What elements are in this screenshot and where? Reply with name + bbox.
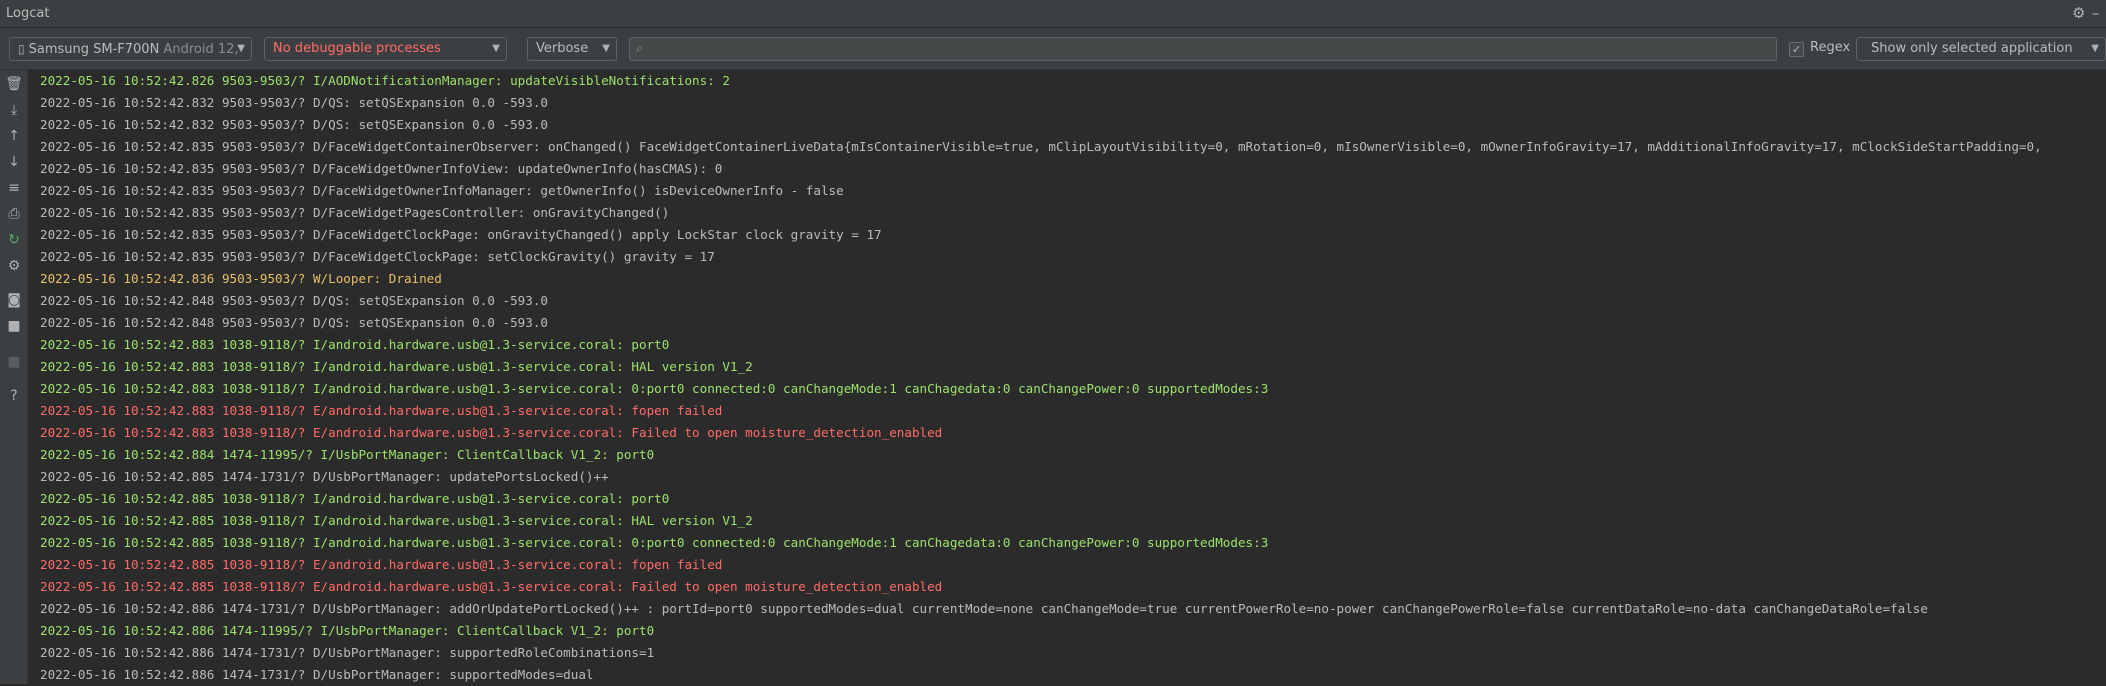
- chevron-down-icon: ▼: [492, 43, 500, 54]
- soft-wrap-icon[interactable]: ≡: [0, 180, 28, 196]
- video-icon[interactable]: ■: [0, 318, 28, 334]
- settings-icon[interactable]: ⚙: [0, 258, 28, 274]
- stop-icon[interactable]: ■: [0, 354, 28, 370]
- log-line: 2022-05-16 10:52:42.835 9503-9503/? D/Fa…: [40, 183, 844, 198]
- log-line: 2022-05-16 10:52:42.883 1038-9118/? I/an…: [40, 337, 670, 352]
- arrow-down-icon[interactable]: ↓: [0, 154, 28, 170]
- log-line: 2022-05-16 10:52:42.886 1474-1731/? D/Us…: [40, 667, 594, 682]
- log-line: 2022-05-16 10:52:42.885 1038-9118/? E/an…: [40, 579, 943, 594]
- filter-label: Show only selected application: [1871, 41, 2073, 56]
- log-line: 2022-05-16 10:52:42.886 1474-11995/? I/U…: [40, 623, 655, 638]
- log-line: 2022-05-16 10:52:42.835 9503-9503/? D/Fa…: [40, 139, 2042, 154]
- log-line: 2022-05-16 10:52:42.832 9503-9503/? D/QS…: [40, 117, 548, 132]
- window-title: Logcat: [6, 6, 50, 21]
- log-level-selector[interactable]: Verbose ▼: [527, 37, 617, 61]
- minimize-icon[interactable]: –: [2092, 4, 2100, 22]
- log-line: 2022-05-16 10:52:42.848 9503-9503/? D/QS…: [40, 293, 548, 308]
- log-line: 2022-05-16 10:52:42.826 9503-9503/? I/AO…: [40, 73, 730, 88]
- log-line: 2022-05-16 10:52:42.832 9503-9503/? D/QS…: [40, 95, 548, 110]
- process-label: No debuggable processes: [273, 41, 441, 56]
- camera-icon[interactable]: ◙: [0, 292, 28, 308]
- filter-selector[interactable]: Show only selected application ▼: [1856, 37, 2106, 61]
- help-icon[interactable]: ?: [0, 388, 28, 404]
- arrow-up-icon[interactable]: ↑: [0, 128, 28, 144]
- log-line: 2022-05-16 10:52:42.884 1474-11995/? I/U…: [40, 447, 655, 462]
- log-line: 2022-05-16 10:52:42.883 1038-9118/? E/an…: [40, 403, 723, 418]
- log-output: 2022-05-16 10:52:42.826 9503-9503/? I/AO…: [40, 70, 2106, 686]
- print-icon[interactable]: ⎙: [0, 206, 28, 222]
- log-line: 2022-05-16 10:52:42.835 9503-9503/? D/Fa…: [40, 227, 882, 242]
- phone-icon: ▯: [18, 42, 25, 56]
- logcat-sidebar: 🗑 ⤓ ↑ ↓ ≡ ⎙ ↻ ⚙ ◙ ■ ■ ?: [0, 70, 28, 684]
- log-line: 2022-05-16 10:52:42.885 1038-9118/? I/an…: [40, 491, 670, 506]
- restart-icon[interactable]: ↻: [0, 232, 28, 248]
- title-bar: Logcat ⚙ –: [0, 0, 2106, 28]
- log-line: 2022-05-16 10:52:42.885 1038-9118/? E/an…: [40, 557, 723, 572]
- log-line: 2022-05-16 10:52:42.835 9503-9503/? D/Fa…: [40, 161, 723, 176]
- regex-checkbox[interactable]: ✓ Regex: [1789, 40, 1850, 57]
- gear-icon[interactable]: ⚙: [2072, 4, 2085, 22]
- log-line: 2022-05-16 10:52:42.848 9503-9503/? D/QS…: [40, 315, 548, 330]
- chevron-down-icon: ▼: [2091, 43, 2099, 54]
- log-line: 2022-05-16 10:52:42.885 1038-9118/? I/an…: [40, 513, 753, 528]
- log-line: 2022-05-16 10:52:42.885 1474-1731/? D/Us…: [40, 469, 609, 484]
- device-selector[interactable]: ▯ Samsung SM-F700N Android 12, ▼: [9, 37, 252, 61]
- log-line: 2022-05-16 10:52:42.835 9503-9503/? D/Fa…: [40, 249, 715, 264]
- chevron-down-icon: ▼: [602, 43, 610, 54]
- search-icon: ⌕: [636, 41, 643, 55]
- search-input[interactable]: ⌕: [629, 37, 1777, 61]
- log-line: 2022-05-16 10:52:42.883 1038-9118/? I/an…: [40, 381, 1269, 396]
- log-line: 2022-05-16 10:52:42.836 9503-9503/? W/Lo…: [40, 271, 442, 286]
- toolbar: ▯ Samsung SM-F700N Android 12, ▼ No debug…: [0, 28, 2106, 70]
- log-line: 2022-05-16 10:52:42.885 1038-9118/? I/an…: [40, 535, 1269, 550]
- log-line: 2022-05-16 10:52:42.883 1038-9118/? I/an…: [40, 359, 753, 374]
- trash-icon[interactable]: 🗑: [0, 76, 28, 92]
- regex-label: Regex: [1810, 40, 1851, 55]
- log-level-label: Verbose: [536, 41, 589, 56]
- checkbox-icon: ✓: [1789, 42, 1804, 57]
- process-selector[interactable]: No debuggable processes ▼: [264, 37, 507, 61]
- log-line: 2022-05-16 10:52:42.883 1038-9118/? E/an…: [40, 425, 943, 440]
- scroll-to-end-icon[interactable]: ⤓: [0, 102, 28, 118]
- device-detail: Android 12,: [163, 42, 239, 57]
- log-line: 2022-05-16 10:52:42.886 1474-1731/? D/Us…: [40, 645, 655, 660]
- chevron-down-icon: ▼: [237, 43, 245, 54]
- log-line: 2022-05-16 10:52:42.835 9503-9503/? D/Fa…: [40, 205, 670, 220]
- device-name: Samsung SM-F700N: [28, 42, 160, 57]
- log-line: 2022-05-16 10:52:42.886 1474-1731/? D/Us…: [40, 601, 1928, 616]
